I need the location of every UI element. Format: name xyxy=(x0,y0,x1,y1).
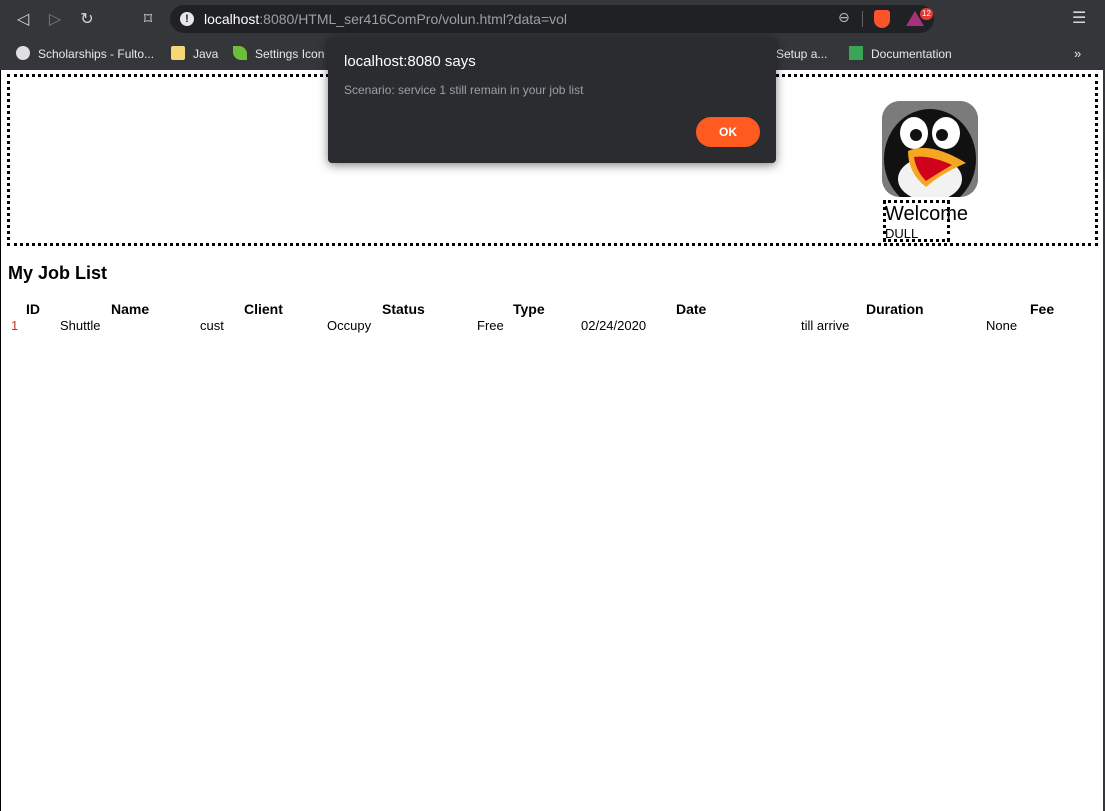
penguin-icon xyxy=(882,101,978,197)
back-icon[interactable]: ◁ xyxy=(12,8,34,30)
avatar xyxy=(882,101,978,197)
bookmark-label: Scholarships - Fulto... xyxy=(38,47,155,61)
cell-client: cust xyxy=(200,318,224,333)
column-header-status: Status xyxy=(382,301,425,317)
bookmark-label: Java xyxy=(193,47,219,61)
globe-icon xyxy=(16,46,30,60)
bookmark-label: Documentation xyxy=(871,47,952,61)
bookmark-documentation[interactable]: Documentation xyxy=(849,44,952,64)
browser-toolbar: ◁ ▷ ↻ ⌑ ! localhost:8080/HTML_ser416ComP… xyxy=(0,0,1105,38)
column-header-id: ID xyxy=(26,301,40,317)
alert-dialog: localhost:8080 says Scenario: service 1 … xyxy=(328,37,776,163)
brave-shields-icon[interactable] xyxy=(874,10,890,28)
address-bar[interactable]: ! localhost:8080/HTML_ser416ComPro/volun… xyxy=(170,5,934,33)
cell-status: Occupy xyxy=(327,318,372,333)
zoom-icon[interactable]: ⊖ xyxy=(838,10,850,26)
bookmark-label: Settings Icon xyxy=(255,47,325,61)
column-header-duration: Duration xyxy=(866,301,924,317)
bookmark-setup[interactable]: Setup a... xyxy=(776,44,827,64)
dialog-message: Scenario: service 1 still remain in your… xyxy=(344,83,584,97)
cell-id: 1 xyxy=(11,318,19,333)
column-header-name: Name xyxy=(111,301,150,317)
cell-duration: till arrive xyxy=(801,318,850,333)
column-header-date: Date xyxy=(676,301,707,317)
documentation-icon xyxy=(849,46,863,60)
column-header-client: Client xyxy=(244,301,283,317)
column-header-type: Type xyxy=(513,301,545,317)
column-header-fee: Fee xyxy=(1030,301,1055,317)
reload-icon[interactable]: ↻ xyxy=(76,8,98,30)
menu-icon[interactable]: ☰ xyxy=(1072,8,1086,27)
more-bookmarks-icon[interactable]: » xyxy=(1074,44,1081,64)
bookmark-label: Setup a... xyxy=(776,47,828,61)
folder-icon xyxy=(171,46,185,60)
rewards-badge: 12 xyxy=(920,8,933,20)
url-text[interactable]: localhost:8080/HTML_ser416ComPro/volun.h… xyxy=(204,11,567,27)
cell-name: Shuttle xyxy=(60,318,101,333)
url-path: :8080/HTML_ser416ComPro/volun.html?data=… xyxy=(259,11,568,27)
user-name: DULL xyxy=(885,226,919,241)
ok-button[interactable]: OK xyxy=(696,117,760,147)
cell-type: Free xyxy=(477,318,504,333)
bookmark-page-icon[interactable]: ⌑ xyxy=(137,8,159,30)
page-edge xyxy=(0,70,1,811)
url-divider xyxy=(862,11,863,27)
dialog-title: localhost:8080 says xyxy=(344,53,476,70)
forward-icon[interactable]: ▷ xyxy=(44,8,66,30)
leaf-icon xyxy=(233,46,247,60)
cell-date: 02/24/2020 xyxy=(581,318,647,333)
site-info-icon[interactable]: ! xyxy=(180,12,194,26)
page-title: My Job List xyxy=(8,263,108,283)
bookmark-java[interactable]: Java xyxy=(171,44,218,64)
bookmark-settings-icon[interactable]: Settings Icon xyxy=(233,44,324,64)
url-host: localhost xyxy=(204,11,260,27)
cell-fee: None xyxy=(986,318,1018,333)
bookmark-scholarships[interactable]: Scholarships - Fulto... xyxy=(16,44,154,64)
